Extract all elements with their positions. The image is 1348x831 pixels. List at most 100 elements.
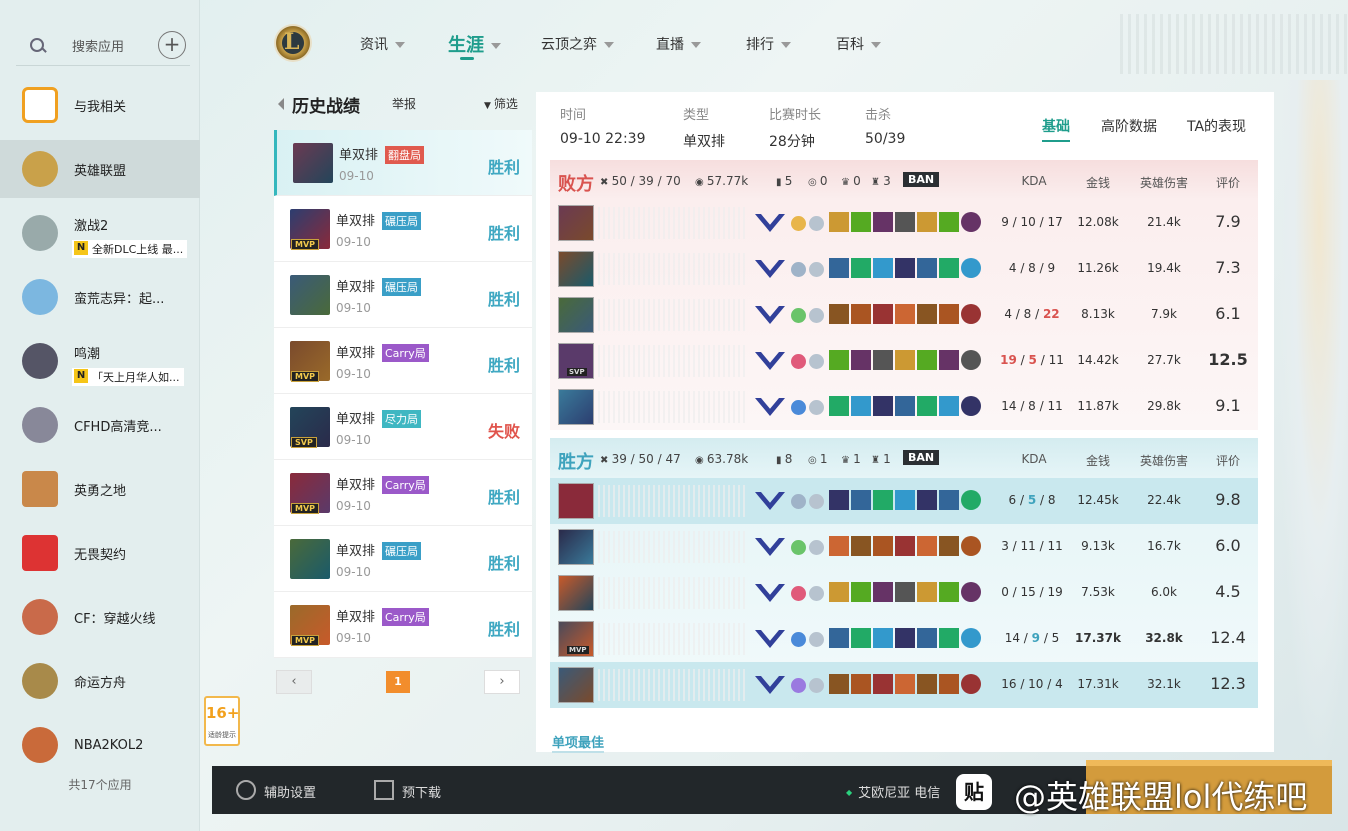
assist-settings-button[interactable]: 辅助设置 — [236, 780, 316, 801]
app-logo-icon — [22, 663, 58, 699]
item-icon — [939, 674, 959, 694]
pre-download-button[interactable]: 预下载 — [374, 780, 441, 801]
nav-tab[interactable]: 生涯 — [448, 31, 501, 60]
kda-k: 19 — [1000, 353, 1017, 367]
rank-emblem-icon — [755, 676, 785, 694]
page-prev-button[interactable]: ‹ — [276, 670, 312, 694]
player-score: 12.5 — [1208, 350, 1248, 369]
app-news-banner[interactable]: 「天上月华人如... — [72, 368, 184, 386]
player-row[interactable]: 3 / 11 / 11 9.13k 16.7k 6.0 — [550, 524, 1258, 570]
sidebar-app-item[interactable]: 激战2 全新DLC上线 最... — [0, 204, 200, 262]
sidebar-app-item[interactable]: CFHD高清竞... — [0, 396, 200, 454]
match-item[interactable]: 单双排 翻盘局 09-10 胜利 — [274, 130, 532, 196]
history-title[interactable]: 历史战绩 — [276, 92, 360, 117]
sidebar-app-item[interactable]: 鸣潮「天上月华人如... — [0, 332, 200, 390]
sidebar-app-item[interactable]: NBA2KOL2 — [0, 716, 200, 774]
player-kda: 16 / 10 / 4 — [1001, 677, 1063, 691]
item-icon — [829, 396, 849, 416]
player-damage: 16.7k — [1147, 539, 1181, 553]
app-name: 与我相关 — [74, 99, 127, 115]
nav-tab[interactable]: 百科 — [836, 34, 881, 54]
player-row[interactable]: 6 / 5 / 8 12.45k 22.4k 9.8 — [550, 478, 1258, 524]
nav-tab[interactable]: 排行 — [746, 34, 791, 54]
item-build — [829, 212, 981, 232]
nav-tab[interactable]: 云顶之弈 — [541, 34, 614, 54]
match-item[interactable]: SVP 单双排 尽力局 09-10 失败 — [274, 394, 532, 460]
app-name: 英雄联盟 — [74, 163, 127, 179]
player-row[interactable]: 16 / 10 / 4 17.31k 32.1k 12.3 — [550, 662, 1258, 708]
player-row[interactable]: 4 / 8 / 22 8.13k 7.9k 6.1 — [550, 292, 1258, 338]
match-item[interactable]: MVP 单双排 Carry局 09-10 胜利 — [274, 460, 532, 526]
player-name-obscured — [598, 299, 748, 331]
meta-value: 28分钟 — [769, 134, 815, 150]
report-button[interactable]: 举报 — [392, 95, 416, 112]
item-icon — [873, 582, 893, 602]
column-header-dmg[interactable]: 英雄伤害 — [1134, 174, 1194, 191]
item-icon — [829, 536, 849, 556]
kda-a: 11 — [1047, 399, 1063, 413]
detail-tab[interactable]: TA的表现 — [1187, 116, 1246, 136]
player-row[interactable]: 9 / 10 / 17 12.08k 21.4k 7.9 — [550, 200, 1258, 246]
sidebar-app-item[interactable]: 英勇之地 — [0, 460, 200, 518]
item-icon — [851, 674, 871, 694]
column-header-kda[interactable]: KDA — [1004, 174, 1064, 188]
column-header-kda[interactable]: KDA — [1004, 452, 1064, 466]
best-stats-link[interactable]: 单项最佳 — [552, 732, 605, 753]
item-icon — [961, 582, 981, 602]
player-row[interactable]: 4 / 8 / 9 11.26k 19.4k 7.3 — [550, 246, 1258, 292]
detail-tab[interactable]: 高阶数据 — [1101, 116, 1157, 136]
sidebar-app-item[interactable]: 蛮荒志异：起... — [0, 268, 200, 326]
stat-value: 0 — [819, 174, 828, 188]
kda-k: 4 — [1004, 307, 1012, 321]
nav-tab[interactable]: 资讯 — [360, 34, 405, 54]
page-number[interactable]: 1 — [386, 671, 410, 693]
player-score: 4.5 — [1215, 582, 1241, 601]
match-item[interactable]: MVP 单双排 碾压局 09-10 胜利 — [274, 196, 532, 262]
nav-tab[interactable]: 直播 — [656, 34, 701, 54]
player-row[interactable]: MVP 14 / 9 / 5 17.37k 32.8k 12.4 — [550, 616, 1258, 662]
player-damage: 27.7k — [1147, 353, 1181, 367]
item-icon — [917, 628, 937, 648]
rank-emblem-icon — [755, 492, 785, 510]
filter-button[interactable]: 筛选 — [484, 95, 518, 112]
app-news-banner[interactable]: 全新DLC上线 最... — [72, 240, 188, 258]
summoner-spell-icon — [809, 586, 824, 601]
item-icon — [939, 582, 959, 602]
player-row[interactable]: SVP 19 / 5 / 11 14.42k 27.7k 12.5 — [550, 338, 1258, 384]
item-icon — [961, 258, 981, 278]
kda-k: 16 — [1001, 677, 1017, 691]
player-name-obscured — [598, 391, 748, 423]
add-app-button[interactable]: + — [158, 31, 186, 59]
sidebar-app-item[interactable]: 无畏契约 — [0, 524, 200, 582]
champion-icon — [558, 483, 594, 519]
sidebar-app-item[interactable]: 命运方舟 — [0, 652, 200, 710]
gold-icon: ◉ — [695, 455, 707, 466]
search-icon[interactable] — [28, 36, 48, 56]
player-name-obscured — [598, 207, 748, 239]
rune-icon — [791, 540, 806, 555]
sidebar-app-item[interactable]: CF：穿越火线 — [0, 588, 200, 646]
sidebar-app-item[interactable]: 与我相关 — [0, 76, 200, 134]
server-status[interactable]: 艾欧尼亚 电信 — [846, 782, 940, 801]
player-gold: 12.45k — [1077, 493, 1119, 507]
match-date: 09-10 — [336, 565, 371, 579]
item-build — [829, 396, 981, 416]
column-header-gold[interactable]: 金钱 — [1070, 452, 1126, 469]
match-item[interactable]: 单双排 碾压局 09-10 胜利 — [274, 262, 532, 328]
match-item[interactable]: MVP 单双排 Carry局 09-10 胜利 — [274, 328, 532, 394]
kda-a: 22 — [1042, 307, 1060, 321]
column-header-dmg[interactable]: 英雄伤害 — [1134, 452, 1194, 469]
item-icon — [917, 258, 937, 278]
match-item[interactable]: MVP 单双排 Carry局 09-10 胜利 — [274, 592, 532, 658]
sidebar-app-item[interactable]: 英雄联盟 — [0, 140, 200, 198]
detail-tab[interactable]: 基础 — [1042, 116, 1070, 142]
player-row[interactable]: 14 / 8 / 11 11.87k 29.8k 9.1 — [550, 384, 1258, 430]
item-icon — [939, 396, 959, 416]
summoner-spell-icon — [809, 262, 824, 277]
search-bar[interactable]: 搜索应用 + — [16, 26, 190, 66]
page-next-button[interactable]: › — [484, 670, 520, 694]
column-header-gold[interactable]: 金钱 — [1070, 174, 1126, 191]
match-item[interactable]: 单双排 碾压局 09-10 胜利 — [274, 526, 532, 592]
player-row[interactable]: 0 / 15 / 19 7.53k 6.0k 4.5 — [550, 570, 1258, 616]
kda-a: 11 — [1047, 539, 1063, 553]
